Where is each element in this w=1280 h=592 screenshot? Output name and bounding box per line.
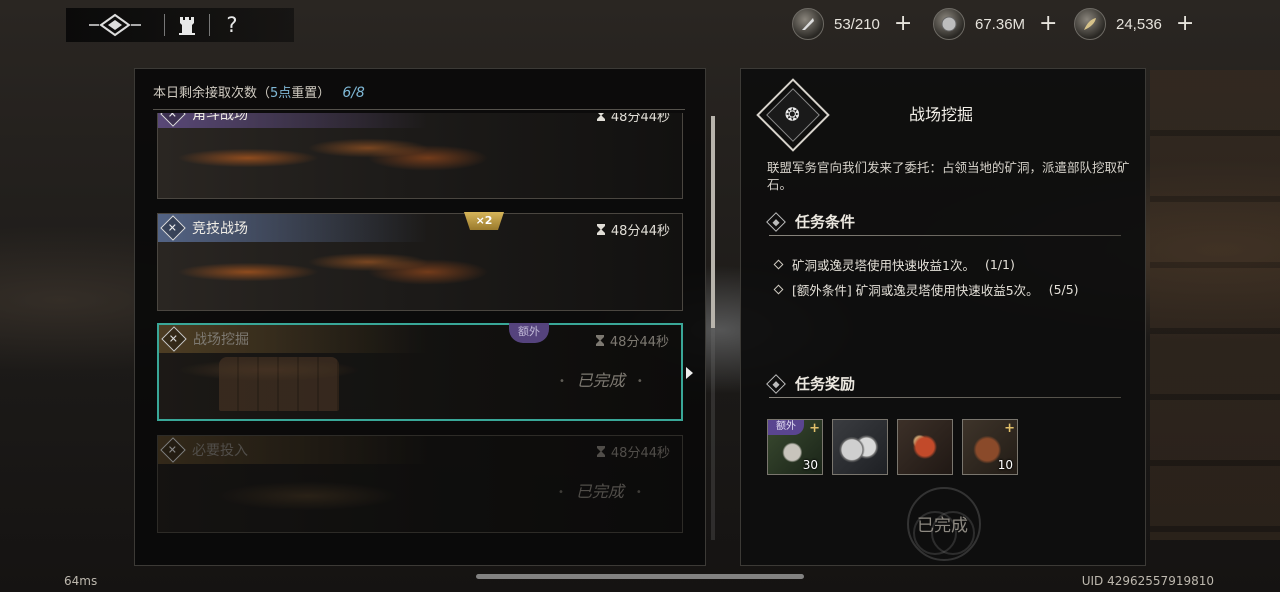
quest-timer-text: 48分44秒 bbox=[610, 224, 670, 239]
quest-title: 战场挖掘 bbox=[193, 332, 249, 348]
extra-reward-badge: 额外 bbox=[768, 420, 804, 435]
pickaxe-icon: ✕ bbox=[161, 326, 187, 352]
selection-arrow-icon bbox=[686, 367, 693, 379]
rewards-header: 任务奖励 bbox=[766, 373, 1121, 398]
shield-icon: ✕ bbox=[160, 437, 186, 463]
section-divider bbox=[769, 397, 1121, 398]
reward-item[interactable]: 额外 + 30 bbox=[767, 419, 823, 475]
reward-item[interactable] bbox=[897, 419, 953, 475]
castle-button[interactable] bbox=[165, 8, 209, 42]
bullet-diamond-icon bbox=[773, 259, 784, 270]
quota-divider bbox=[153, 109, 685, 110]
reward-item[interactable] bbox=[832, 419, 888, 475]
hourglass-icon bbox=[596, 224, 605, 235]
background-bookshelf bbox=[1150, 70, 1280, 540]
condition-item: [额外条件] 矿洞或逸灵塔使用快速收益5次。 (5/5) bbox=[773, 280, 1079, 299]
silver-coin-icon bbox=[933, 8, 965, 40]
guild-emblem-icon bbox=[89, 13, 141, 37]
plus-icon: + bbox=[1004, 421, 1015, 436]
quest-timer: 48分44秒 bbox=[595, 331, 669, 350]
hourglass-icon bbox=[596, 113, 605, 121]
condition-text: 矿洞或逸灵塔使用快速收益1次。 bbox=[792, 258, 975, 273]
dragon-emblem-icon: ❂ bbox=[766, 88, 820, 142]
quest-status: 已完成 bbox=[559, 367, 643, 391]
quest-card-header: ✕ 必要投入 bbox=[158, 436, 428, 464]
resource-stamina: 53/210 + bbox=[792, 8, 912, 40]
add-silver-button[interactable]: + bbox=[1039, 13, 1057, 35]
reward-count: 10 bbox=[997, 458, 1013, 472]
reward-list: 额外 + 30 + 10 bbox=[767, 419, 1018, 475]
quota-prefix: 本日剩余接取次数（ bbox=[153, 86, 271, 101]
hourglass-icon bbox=[595, 335, 604, 346]
castle-icon bbox=[179, 17, 195, 35]
user-id: UID 42962557919810 bbox=[1081, 574, 1214, 588]
quest-title: 角斗战场 bbox=[192, 113, 248, 123]
quest-description: 联盟军务官向我们发来了委托：占领当地的矿洞，派遣部队挖取矿石。 bbox=[767, 160, 1130, 192]
quest-title: 必要投入 bbox=[192, 443, 248, 459]
extra-badge: 额外 bbox=[509, 323, 549, 343]
quest-emblem: ❂ bbox=[756, 78, 830, 152]
stamina-value: 53/210 bbox=[834, 15, 880, 33]
quest-card[interactable]: ✕ 竞技战场 ×2 48分44秒 bbox=[157, 212, 683, 311]
quest-timer: 48分44秒 bbox=[596, 220, 670, 239]
diamond-icon bbox=[766, 211, 786, 232]
quest-list-scrollbar[interactable] bbox=[711, 116, 715, 540]
quest-timer: 48分44秒 bbox=[596, 113, 670, 125]
treasure-chest-art bbox=[219, 357, 339, 411]
crossed-swords-icon: ✕ bbox=[160, 215, 186, 241]
stamina-icon bbox=[792, 8, 824, 40]
quest-timer: 48分44秒 bbox=[596, 442, 670, 461]
quest-card-header: ✕ 战场挖掘 bbox=[159, 325, 429, 353]
daily-quota: 本日剩余接取次数（5点重置） 6/8 bbox=[153, 82, 365, 101]
top-nav-bar: ? bbox=[66, 8, 294, 42]
reward-item[interactable]: + 10 bbox=[962, 419, 1018, 475]
add-stamina-button[interactable]: + bbox=[894, 13, 912, 35]
quota-count: 6/8 bbox=[342, 85, 365, 101]
quest-list[interactable]: ✕ 角斗战场 48分44秒 ✕ 竞技战场 ×2 48分44秒 ✕ 战场挖掘 额外… bbox=[157, 113, 685, 565]
diamond-icon bbox=[766, 373, 786, 394]
feather-value: 24,536 bbox=[1116, 15, 1162, 33]
section-divider bbox=[769, 235, 1121, 236]
bullet-diamond-icon bbox=[773, 284, 784, 295]
conditions-header: 任务条件 bbox=[766, 211, 1121, 236]
latency-readout: 64ms bbox=[64, 574, 98, 588]
quest-timer-text: 48分44秒 bbox=[610, 446, 670, 461]
add-feather-button[interactable]: + bbox=[1176, 13, 1194, 35]
conditions-title: 任务条件 bbox=[795, 213, 856, 231]
resource-feather: 24,536 + bbox=[1074, 8, 1194, 40]
quest-timer-text: 48分44秒 bbox=[609, 335, 669, 350]
reward-count: 30 bbox=[802, 458, 818, 472]
quest-card-selected[interactable]: ✕ 战场挖掘 额外 48分44秒 已完成 bbox=[157, 323, 683, 421]
condition-progress: (5/5) bbox=[1048, 282, 1079, 297]
plus-icon: + bbox=[809, 421, 820, 436]
quest-card-header: ✕ 竞技战场 bbox=[158, 214, 428, 242]
quest-timer-text: 48分44秒 bbox=[610, 113, 670, 125]
home-indicator[interactable] bbox=[476, 574, 804, 579]
hourglass-icon bbox=[596, 446, 605, 457]
rewards-title: 任务奖励 bbox=[795, 375, 856, 393]
silver-value: 67.36M bbox=[975, 15, 1026, 33]
quest-card[interactable]: ✕ 必要投入 48分44秒 已完成 bbox=[157, 435, 683, 533]
quest-list-panel: 本日剩余接取次数（5点重置） 6/8 ✕ 角斗战场 48分44秒 ✕ 竞技战场 ×… bbox=[134, 68, 706, 566]
help-button[interactable]: ? bbox=[210, 8, 254, 42]
quest-card[interactable]: ✕ 角斗战场 48分44秒 bbox=[157, 113, 683, 199]
double-reward-badge: ×2 bbox=[464, 212, 504, 230]
condition-item: 矿洞或逸灵塔使用快速收益1次。 (1/1) bbox=[773, 255, 1015, 274]
quest-card-header: ✕ 角斗战场 bbox=[158, 113, 428, 128]
condition-progress: (1/1) bbox=[984, 257, 1015, 272]
completed-label: 已完成 bbox=[917, 516, 968, 536]
condition-text: [额外条件] 矿洞或逸灵塔使用快速收益5次。 bbox=[792, 283, 1039, 298]
quota-reset-hour: 5点 bbox=[270, 86, 292, 101]
scrollbar-thumb[interactable] bbox=[711, 116, 715, 328]
quest-title: 竞技战场 bbox=[192, 221, 248, 237]
detail-title: 战场挖掘 bbox=[909, 105, 974, 124]
guild-emblem-button[interactable] bbox=[66, 8, 164, 42]
quest-status: 已完成 bbox=[558, 478, 642, 502]
quota-reset-suffix: 重置） bbox=[291, 86, 331, 101]
feather-icon bbox=[1074, 8, 1106, 40]
quest-detail-panel: ❂ 战场挖掘 联盟军务官向我们发来了委托：占领当地的矿洞，派遣部队挖取矿石。 任… bbox=[740, 68, 1146, 566]
resource-silver: 67.36M + bbox=[933, 8, 1057, 40]
crossed-swords-icon: ✕ bbox=[160, 113, 186, 127]
